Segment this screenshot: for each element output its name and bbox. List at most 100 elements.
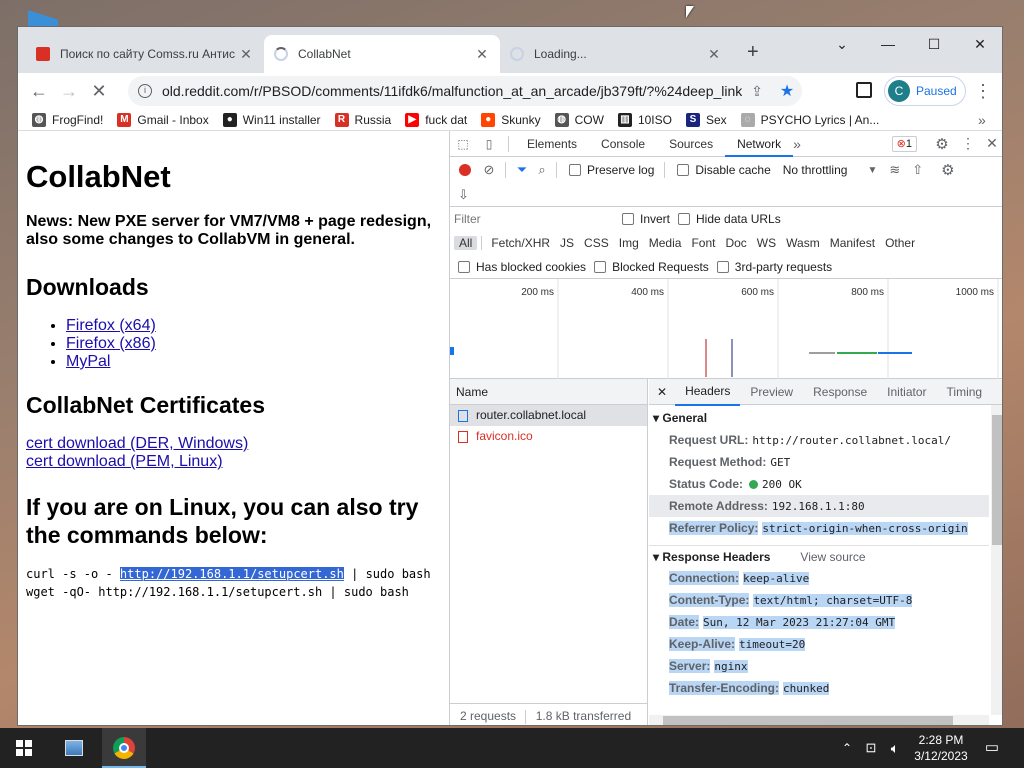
type-filter-ws[interactable]: WS bbox=[752, 236, 781, 250]
back-button[interactable]: ← bbox=[24, 76, 54, 106]
tab-console[interactable]: Console bbox=[589, 131, 657, 157]
show-hidden-icons-chevron-icon[interactable]: ⌃ bbox=[838, 728, 856, 768]
chrome-taskbar-icon[interactable] bbox=[102, 728, 146, 768]
type-filter-img[interactable]: Img bbox=[614, 236, 644, 250]
close-window-button[interactable]: ✕ bbox=[960, 31, 1000, 57]
close-details-icon[interactable]: ✕ bbox=[649, 379, 675, 405]
scrollbar-thumb[interactable] bbox=[663, 716, 953, 725]
side-panel-icon[interactable] bbox=[856, 82, 872, 98]
name-column-header[interactable]: Name bbox=[450, 379, 647, 405]
response-headers-section[interactable]: ▾ Response Headers View source bbox=[649, 545, 989, 567]
has-blocked-cookies-checkbox[interactable] bbox=[458, 260, 470, 273]
header-row[interactable]: Date: Sun, 12 Mar 2023 21:27:04 GMT bbox=[649, 611, 989, 633]
details-scroll[interactable]: ▾ General Request URL: http://router.coll… bbox=[649, 405, 1002, 725]
tab-sources[interactable]: Sources bbox=[657, 131, 725, 157]
throttling-select[interactable]: No throttling bbox=[783, 163, 848, 177]
tab-network[interactable]: Network bbox=[725, 131, 794, 157]
export-har-icon[interactable]: ⇩ bbox=[458, 187, 469, 203]
stop-button[interactable]: ✕ bbox=[84, 76, 114, 106]
header-row[interactable]: Referrer Policy: strict-origin-when-cross… bbox=[649, 517, 989, 539]
tab-close-icon[interactable]: ✕ bbox=[238, 46, 254, 63]
url-text[interactable]: old.reddit.com/r/PBSOD/comments/11ifdk6/… bbox=[162, 83, 742, 99]
type-filter-all[interactable]: All bbox=[454, 236, 478, 250]
bookmarks-overflow-button[interactable]: » bbox=[978, 112, 1002, 128]
tab-preview[interactable]: Preview bbox=[740, 379, 803, 405]
bookmark-item[interactable]: ▶ fuck dat bbox=[405, 112, 467, 127]
bookmark-item[interactable]: M Gmail - Inbox bbox=[117, 112, 209, 127]
import-har-icon[interactable]: ⇧ bbox=[912, 162, 923, 178]
bookmark-star-icon[interactable]: ★ bbox=[772, 81, 802, 101]
view-source-link[interactable]: View source bbox=[800, 550, 865, 564]
volume-icon[interactable]: 🔈︎ bbox=[884, 728, 906, 768]
request-row-favicon[interactable]: favicon.ico bbox=[450, 426, 647, 447]
tab-timing[interactable]: Timing bbox=[937, 379, 993, 405]
download-firefox-x86-link[interactable]: Firefox (x86) bbox=[66, 335, 156, 352]
start-button[interactable] bbox=[8, 728, 40, 768]
more-tabs-button[interactable]: » bbox=[793, 136, 813, 152]
share-icon[interactable]: ⇪ bbox=[742, 83, 772, 100]
profile-button[interactable]: C Paused bbox=[884, 76, 966, 106]
address-bar[interactable]: i old.reddit.com/r/PBSOD/comments/11ifdk… bbox=[128, 76, 802, 106]
type-filter-manifest[interactable]: Manifest bbox=[825, 236, 880, 250]
inspect-icon[interactable]: ⬚ bbox=[450, 137, 476, 151]
header-row[interactable]: Status Code: 200 OK bbox=[649, 473, 989, 495]
type-filter-fetch-xhr[interactable]: Fetch/XHR bbox=[486, 236, 555, 250]
filter-input[interactable] bbox=[454, 209, 614, 229]
header-row[interactable]: Request Method: GET bbox=[649, 451, 989, 473]
search-icon[interactable]: ⌕ bbox=[532, 162, 552, 178]
disable-cache-checkbox[interactable] bbox=[677, 164, 690, 176]
cert-der-link[interactable]: cert download (DER, Windows) bbox=[26, 435, 441, 453]
image-viewer-taskbar-icon[interactable] bbox=[58, 728, 90, 768]
type-filter-other[interactable]: Other bbox=[880, 236, 920, 250]
header-row[interactable]: Transfer-Encoding: chunked bbox=[649, 677, 989, 699]
tab-collabnet[interactable]: CollabNet ✕ bbox=[264, 35, 500, 73]
general-section-header[interactable]: ▾ General bbox=[649, 407, 989, 429]
error-badge[interactable]: ⊗1 bbox=[891, 135, 917, 152]
hide-data-urls-checkbox[interactable] bbox=[678, 213, 691, 225]
third-party-checkbox[interactable] bbox=[716, 260, 729, 273]
bookmark-item[interactable]: ● Skunky bbox=[481, 112, 541, 127]
preserve-log-checkbox[interactable] bbox=[569, 164, 581, 176]
type-filter-wasm[interactable]: Wasm bbox=[781, 236, 825, 250]
download-firefox-x64-link[interactable]: Firefox (x64) bbox=[66, 317, 156, 334]
header-row[interactable]: Connection: keep-alive bbox=[649, 567, 989, 589]
clock[interactable]: 2:28 PM 3/12/2023 bbox=[906, 728, 976, 768]
download-mypal-link[interactable]: MyPal bbox=[66, 353, 110, 370]
tab-response[interactable]: Response bbox=[803, 379, 877, 405]
scrollbar-thumb[interactable] bbox=[992, 415, 1002, 545]
tab-comss[interactable]: Поиск по сайту Comss.ru Антис ✕ bbox=[26, 35, 264, 73]
header-row[interactable]: Server: nginx bbox=[649, 655, 989, 677]
network-settings-gear-icon[interactable]: ⚙ bbox=[941, 161, 954, 179]
type-filter-font[interactable]: Font bbox=[686, 236, 720, 250]
minimize-button[interactable]: — bbox=[868, 31, 908, 57]
menu-button[interactable]: ⋮ bbox=[968, 76, 998, 106]
header-row[interactable]: Remote Address: 192.168.1.1:80 bbox=[649, 495, 989, 517]
tab-close-icon[interactable]: ✕ bbox=[706, 46, 722, 63]
type-filter-media[interactable]: Media bbox=[644, 236, 687, 250]
tab-loading[interactable]: Loading... ✕ bbox=[500, 35, 732, 73]
network-conditions-icon[interactable]: ≋ bbox=[889, 162, 900, 178]
bookmark-item[interactable]: ◍ FrogFind! bbox=[32, 112, 103, 127]
cert-pem-link[interactable]: cert download (PEM, Linux) bbox=[26, 453, 441, 471]
bookmark-item[interactable]: R Russia bbox=[334, 112, 391, 127]
forward-button[interactable]: → bbox=[54, 76, 84, 106]
bookmark-item[interactable]: ◌ PSYCHO Lyrics | An... bbox=[740, 112, 879, 127]
devtools-menu-button[interactable]: ⋮ bbox=[957, 135, 979, 152]
bookmark-item[interactable]: ◍ COW bbox=[554, 112, 604, 127]
clear-icon[interactable]: ⊘ bbox=[479, 162, 499, 178]
info-icon[interactable]: i bbox=[138, 84, 152, 98]
setupcert-link[interactable]: http://192.168.1.1/setupcert.sh bbox=[119, 567, 344, 581]
device-toolbar-icon[interactable]: ▯ bbox=[476, 137, 502, 151]
notifications-icon[interactable]: ▭ bbox=[980, 728, 1004, 768]
bookmark-item[interactable]: ● Win11 installer bbox=[222, 112, 321, 127]
maximize-button[interactable]: ☐ bbox=[914, 31, 954, 57]
header-row[interactable]: Request URL: http://router.collabnet.loca… bbox=[649, 429, 989, 451]
vertical-scrollbar[interactable] bbox=[991, 405, 1002, 715]
new-tab-button[interactable]: + bbox=[747, 41, 759, 64]
horizontal-scrollbar[interactable] bbox=[649, 715, 989, 725]
filter-funnel-icon[interactable]: ⏷ bbox=[512, 162, 532, 178]
invert-checkbox[interactable] bbox=[622, 213, 634, 225]
blocked-requests-checkbox[interactable] bbox=[594, 260, 607, 273]
request-row-document[interactable]: router.collabnet.local bbox=[450, 405, 647, 426]
tab-search-button[interactable]: ⌄ bbox=[822, 31, 862, 57]
